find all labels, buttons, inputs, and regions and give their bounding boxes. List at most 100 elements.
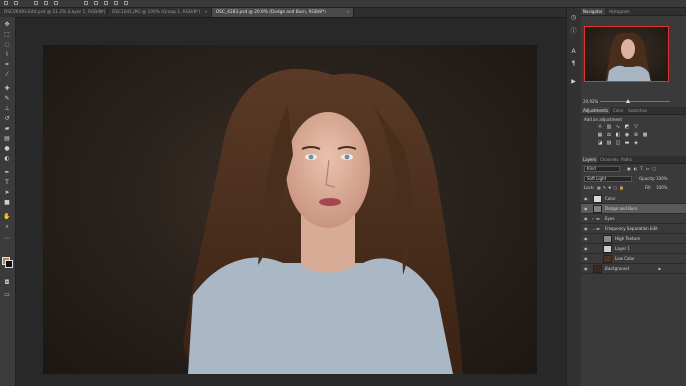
fill-value[interactable]: 100% [656, 184, 667, 192]
chevron-down-icon[interactable]: ⌄ [592, 224, 595, 234]
more-tools-icon[interactable]: ⋯ [3, 235, 11, 243]
channel-mixer-icon[interactable]: ⊛ [633, 133, 639, 138]
canvas-area[interactable] [16, 18, 566, 386]
layer-row[interactable]: ◉ Color [581, 194, 686, 204]
layer-row[interactable]: ◉ High Texture [581, 234, 686, 244]
chevron-right-icon[interactable]: › [592, 214, 594, 224]
eyedropper-tool-icon[interactable]: ⁄ [3, 71, 11, 79]
pen-tool-icon[interactable]: ✒ [3, 169, 11, 177]
option-icon[interactable] [54, 1, 58, 5]
info-panel-icon[interactable]: ⓘ [570, 28, 577, 35]
eraser-tool-icon[interactable]: ▰ [3, 125, 11, 133]
visibility-eye-icon[interactable]: ◉ [584, 237, 588, 241]
option-icon[interactable] [44, 1, 48, 5]
brightness-icon[interactable]: ☼ [597, 125, 603, 130]
close-icon[interactable]: × [100, 8, 104, 17]
hand-tool-icon[interactable]: ✋ [3, 213, 11, 221]
navigator-preview[interactable] [584, 26, 669, 82]
opacity-value[interactable]: 100% [656, 175, 667, 183]
tab-layers[interactable]: Layers [581, 156, 599, 163]
close-icon[interactable]: × [204, 8, 208, 17]
visibility-eye-icon[interactable]: ◉ [584, 227, 588, 231]
vibrance-icon[interactable]: ▽ [633, 125, 639, 130]
quick-select-tool-icon[interactable]: ⌇ [3, 51, 11, 59]
properties-panel-icon[interactable]: ▶ [570, 78, 577, 85]
hue-saturation-icon[interactable]: ▦ [597, 133, 603, 138]
visibility-eye-icon[interactable]: ◉ [584, 257, 588, 261]
curves-icon[interactable]: ∿ [615, 125, 621, 130]
lasso-tool-icon[interactable]: ◌ [3, 41, 11, 49]
photo-filter-icon[interactable]: ◉ [624, 133, 630, 138]
threshold-icon[interactable]: ◫ [615, 141, 621, 146]
layer-row[interactable]: ◉ Low Color [581, 254, 686, 264]
character-panel-icon[interactable]: A [570, 48, 577, 55]
blur-tool-icon[interactable]: ● [3, 145, 11, 153]
layer-row[interactable]: ◉ Layer 1 [581, 244, 686, 254]
zoom-tool-icon[interactable]: ⌕ [3, 223, 11, 231]
option-icon[interactable] [104, 1, 108, 5]
tab-adjustments[interactable]: Adjustments [581, 107, 611, 114]
home-icon[interactable] [4, 1, 8, 5]
tool-preset-icon[interactable] [14, 1, 18, 5]
brush-tool-icon[interactable]: ✎ [3, 95, 11, 103]
history-panel-icon[interactable]: ◷ [570, 14, 577, 21]
option-icon[interactable] [114, 1, 118, 5]
visibility-eye-icon[interactable]: ◉ [584, 267, 588, 271]
layer-group-row[interactable]: ◉ › ▬ Eyes [581, 214, 686, 224]
option-icon[interactable] [84, 1, 88, 5]
selective-color-icon[interactable]: ◈ [633, 141, 639, 146]
posterize-icon[interactable]: ▨ [606, 141, 612, 146]
type-tool-icon[interactable]: T [3, 179, 11, 187]
black-white-icon[interactable]: ◧ [615, 133, 621, 138]
visibility-eye-icon[interactable]: ◉ [584, 207, 588, 211]
marquee-tool-icon[interactable]: ⬚ [3, 31, 11, 39]
gradient-map-icon[interactable]: ▬ [624, 141, 630, 146]
document-tab[interactable]: DSC1041.JPG @ 100% (Group 1, RGB/8*) × [108, 8, 212, 17]
zoom-slider[interactable] [600, 99, 670, 103]
visibility-eye-icon[interactable]: ◉ [584, 217, 588, 221]
quick-mask-icon[interactable]: ◘ [3, 279, 11, 287]
visibility-eye-icon[interactable]: ◉ [584, 247, 588, 251]
tab-swatches[interactable]: Swatches [626, 107, 649, 114]
tab-navigator[interactable]: Navigator [581, 8, 605, 15]
clone-stamp-tool-icon[interactable]: ⊥ [3, 105, 11, 113]
layer-row-selected[interactable]: ◉ Dodge and Burn [581, 204, 686, 214]
path-select-tool-icon[interactable]: ➤ [3, 189, 11, 197]
rectangle-tool-icon[interactable]: ■ [3, 199, 11, 207]
move-tool-icon[interactable]: ✥ [3, 21, 11, 29]
layer-filter-select[interactable]: Kind [584, 166, 620, 172]
zoom-slider-handle[interactable] [626, 99, 630, 103]
screen-mode-icon[interactable]: ▭ [3, 291, 11, 299]
history-brush-tool-icon[interactable]: ↺ [3, 115, 11, 123]
crop-tool-icon[interactable]: ⌗ [3, 61, 11, 69]
lock-icons[interactable]: ▦✎✥▢🔒 [597, 184, 626, 192]
option-icon[interactable] [94, 1, 98, 5]
layer-row[interactable]: ◉ Background ▪ [581, 264, 686, 274]
exposure-icon[interactable]: ◩ [624, 125, 630, 130]
paragraph-panel-icon[interactable]: ¶ [570, 60, 577, 67]
blend-mode-select[interactable]: Soft Light [584, 176, 632, 182]
tab-channels[interactable]: Channels [598, 156, 621, 163]
color-balance-icon[interactable]: ⚖ [606, 133, 612, 138]
dodge-tool-icon[interactable]: ◐ [3, 155, 11, 163]
tab-histogram[interactable]: Histogram [607, 8, 632, 15]
gradient-tool-icon[interactable]: ▤ [3, 135, 11, 143]
adjustments-title: Add an adjustment [584, 117, 623, 122]
document-tab-active[interactable]: DSC_4283.psd @ 20.9% (Dodge and Burn, RG… [212, 8, 354, 17]
layer-filter-icons[interactable]: ▣◐T▭▢ [627, 165, 659, 173]
levels-icon[interactable]: ▥ [606, 125, 612, 130]
background-color-swatch[interactable] [5, 260, 13, 268]
tab-color[interactable]: Color [611, 107, 625, 114]
visibility-eye-icon[interactable]: ◉ [584, 197, 588, 201]
document-tab[interactable]: DSC06493.Edit.psd @ 51.2% (Layer 1, RGB/… [0, 8, 108, 17]
option-icon[interactable] [124, 1, 128, 5]
document-image[interactable] [43, 45, 537, 374]
zoom-level[interactable]: 20.93% [583, 98, 598, 105]
color-lookup-icon[interactable]: ▩ [642, 133, 648, 138]
healing-brush-tool-icon[interactable]: ✚ [3, 85, 11, 93]
invert-icon[interactable]: ◪ [597, 141, 603, 146]
tab-paths[interactable]: Paths [619, 156, 634, 163]
option-icon[interactable] [34, 1, 38, 5]
layer-group-row[interactable]: ◉ ⌄ ▬ Frequency Separation Edit [581, 224, 686, 234]
close-icon[interactable]: × [346, 8, 350, 17]
